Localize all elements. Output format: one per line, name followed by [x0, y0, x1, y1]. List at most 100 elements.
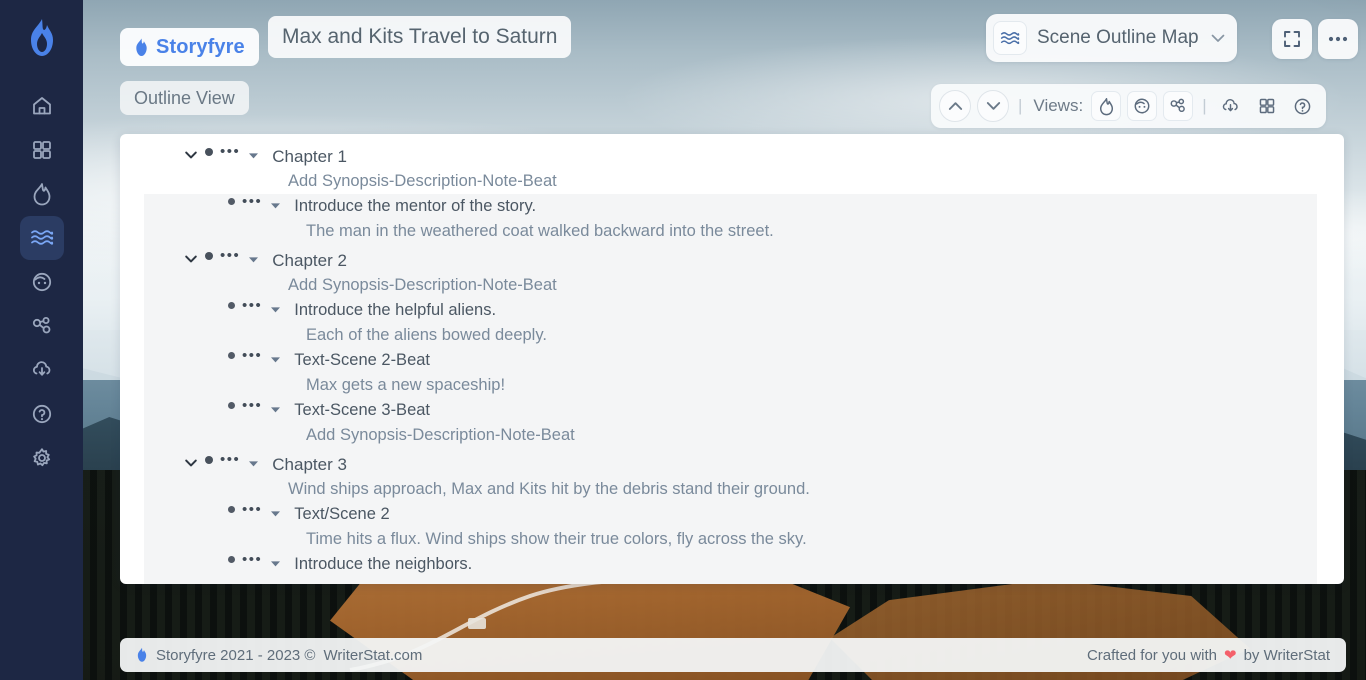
molecule-icon — [1170, 98, 1186, 113]
expand-caret-icon[interactable] — [269, 503, 282, 517]
left-sidebar — [0, 0, 83, 680]
outline-scene-node[interactable]: ••• Introduce the mentor of the story. — [144, 194, 1317, 219]
chapter-synopsis[interactable]: Wind ships approach, Max and Kits hit by… — [144, 477, 1317, 502]
node-bullet-icon[interactable] — [228, 352, 235, 359]
scene-synopsis[interactable]: Max gets a new spaceship! — [144, 373, 1317, 398]
scene-row[interactable]: ••• Text-Scene 3-Beat — [144, 398, 1317, 423]
outline-scene-node[interactable]: ••• Introduce the neighbors. — [144, 552, 1317, 577]
scene-title: Text-Scene 2-Beat — [294, 351, 431, 369]
node-bullet-icon[interactable] — [205, 251, 213, 260]
scene-row[interactable]: ••• Text-Scene 2-Beat — [144, 348, 1317, 373]
export-button[interactable] — [1216, 91, 1246, 121]
node-bullet-icon[interactable] — [228, 302, 235, 309]
chevron-down-icon — [986, 102, 1000, 110]
sidebar-item-relations[interactable] — [20, 304, 64, 348]
scroll-up-button[interactable] — [939, 90, 971, 122]
grid-view-button[interactable] — [1252, 91, 1282, 121]
outline-chapter-node[interactable]: ••• Chapter 1 — [144, 144, 1317, 169]
expand-caret-icon[interactable] — [247, 453, 260, 467]
expand-caret-icon[interactable] — [269, 195, 282, 209]
row-menu-icon[interactable]: ••• — [220, 452, 240, 467]
scene-row[interactable]: ••• Introduce the helpful aliens. — [144, 298, 1317, 323]
view-mode-label[interactable]: Outline View — [120, 81, 249, 115]
flame-icon — [30, 19, 53, 56]
view-characters-button[interactable] — [1127, 91, 1158, 121]
collapse-chevron-icon[interactable] — [184, 249, 198, 263]
home-icon — [32, 97, 51, 115]
node-bullet-icon[interactable] — [228, 556, 235, 563]
sidebar-item-scene-outline-map[interactable] — [19, 216, 64, 260]
scene-row[interactable]: ••• Introduce the mentor of the story. — [144, 194, 1317, 219]
node-bullet-icon[interactable] — [205, 147, 213, 156]
scene-synopsis[interactable]: Add Synopsis-Description-Note-Beat — [144, 423, 1317, 448]
sidebar-item-story[interactable] — [20, 172, 64, 216]
outline-scene-node[interactable]: ••• Text-Scene 2-Beat — [144, 348, 1317, 373]
row-menu-icon[interactable]: ••• — [242, 552, 262, 567]
outline-chapter-node[interactable]: ••• Chapter 2 — [144, 248, 1317, 273]
expand-caret-icon[interactable] — [269, 553, 282, 567]
sidebar-item-export[interactable] — [20, 348, 64, 392]
scene-synopsis[interactable]: Time hits a flux. Wind ships show their … — [144, 527, 1317, 552]
scene-synopsis[interactable]: Each of the aliens bowed deeply. — [144, 323, 1317, 348]
chapter-row[interactable]: ••• Chapter 3 — [144, 452, 1317, 477]
chapter-row[interactable]: ••• Chapter 1 — [144, 144, 1317, 169]
highlighted-block: ••• Chapter 1 Add Synopsis-Description-Not… — [144, 144, 1317, 194]
scene-row[interactable]: ••• Introduce the neighbors. — [144, 552, 1317, 577]
sidebar-item-home[interactable] — [20, 84, 64, 128]
row-menu-icon[interactable]: ••• — [220, 248, 240, 263]
grid-icon — [32, 141, 51, 159]
node-bullet-icon[interactable] — [228, 402, 235, 409]
expand-caret-icon[interactable] — [269, 349, 282, 363]
expand-caret-icon[interactable] — [269, 299, 282, 313]
more-options-button[interactable] — [1318, 19, 1358, 59]
view-flame-button[interactable] — [1091, 91, 1122, 121]
sidebar-item-characters[interactable] — [20, 260, 64, 304]
app-logo[interactable] — [18, 14, 66, 62]
view-relations-button[interactable] — [1163, 91, 1194, 121]
outline-chapter-node[interactable]: ••• Chapter 3 — [144, 452, 1317, 477]
fullscreen-button[interactable] — [1272, 19, 1312, 59]
collapse-chevron-icon[interactable] — [184, 453, 198, 467]
expand-caret-icon[interactable] — [269, 399, 282, 413]
node-bullet-icon[interactable] — [228, 506, 235, 513]
scroll-down-button[interactable] — [977, 90, 1009, 122]
scene-row[interactable]: ••• Text/Scene 2 — [144, 502, 1317, 527]
help-button[interactable] — [1288, 91, 1318, 121]
outline-tree[interactable]: ••• Chapter 1 Add Synopsis-Description-Not… — [144, 144, 1317, 584]
row-menu-icon[interactable]: ••• — [242, 298, 262, 313]
molecule-icon — [32, 317, 50, 334]
sidebar-item-help[interactable] — [20, 392, 64, 436]
expand-caret-icon[interactable] — [247, 249, 260, 263]
chapter-synopsis[interactable]: Add Synopsis-Description-Note-Beat — [144, 169, 1317, 194]
chapter-title: Chapter 2 — [272, 251, 347, 270]
footer-left: Storyfyre 2021 - 2023 © WriterStat.com — [136, 647, 422, 664]
chapter-synopsis[interactable]: Add Synopsis-Description-Note-Beat — [144, 273, 1317, 298]
scene-title: Text/Scene 2 — [294, 505, 390, 523]
row-menu-icon[interactable]: ••• — [242, 348, 262, 363]
scene-outline-map-select[interactable]: Scene Outline Map — [986, 14, 1237, 62]
row-menu-icon[interactable]: ••• — [242, 502, 262, 517]
node-bullet-icon[interactable] — [228, 198, 235, 205]
footer-site-link[interactable]: WriterStat.com — [323, 647, 422, 664]
expand-caret-icon[interactable] — [247, 145, 260, 159]
node-bullet-icon[interactable] — [205, 455, 213, 464]
chevron-up-icon — [948, 102, 962, 110]
sidebar-item-settings[interactable] — [20, 436, 64, 480]
outline-scene-node[interactable]: ••• Text/Scene 2 — [144, 502, 1317, 527]
row-menu-icon[interactable]: ••• — [242, 398, 262, 413]
chapter-row[interactable]: ••• Chapter 2 — [144, 248, 1317, 273]
outline-scene-node[interactable]: ••• Introduce the helpful aliens. — [144, 298, 1317, 323]
row-menu-icon[interactable]: ••• — [220, 144, 240, 159]
brand-chip[interactable]: Storyfyre — [120, 28, 259, 66]
scene-synopsis[interactable]: The man in the weathered coat walked bac… — [144, 219, 1317, 244]
row-controls: ••• — [228, 398, 282, 413]
outline-scene-node[interactable]: ••• Text-Scene 3-Beat — [144, 398, 1317, 423]
collapse-chevron-icon[interactable] — [184, 145, 198, 159]
sidebar-item-dashboard[interactable] — [20, 128, 64, 172]
cloud-download-icon — [32, 361, 50, 376]
row-menu-icon[interactable]: ••• — [242, 194, 262, 209]
footer-right: Crafted for you with ❤ by WriterStat — [1087, 646, 1330, 665]
flame-icon — [1099, 97, 1113, 115]
cloud-download-icon — [1222, 98, 1238, 111]
gear-icon — [32, 448, 50, 467]
